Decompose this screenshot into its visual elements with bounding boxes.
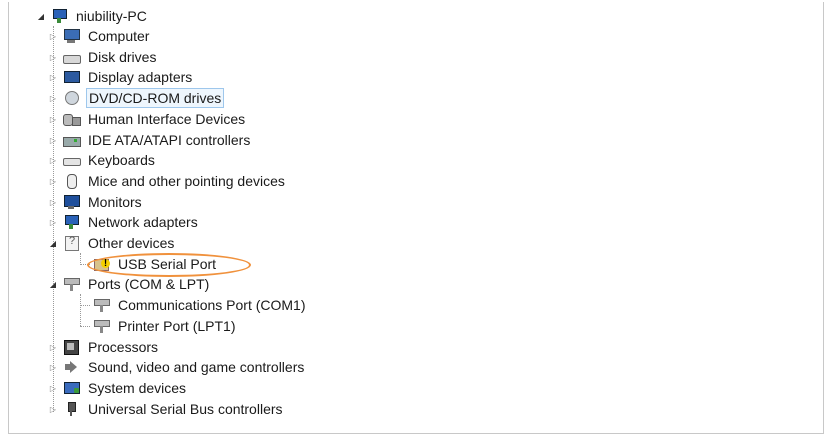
tree-item-label: Printer Port (LPT1) [118, 318, 236, 334]
dvd-drive-icon [62, 90, 80, 106]
tree-item-display-adapters[interactable]: ▷ Display adapters [48, 67, 194, 87]
tree-item-label: Communications Port (COM1) [118, 297, 306, 313]
tree-item-universal-serial-bus-controllers[interactable]: ▷ Universal Serial Bus controllers [48, 399, 285, 419]
computer-icon [62, 28, 80, 44]
collapse-triangle-icon[interactable]: ◢ [48, 279, 58, 289]
tree-item-label: Human Interface Devices [88, 111, 246, 127]
tree-item-label: Ports (COM & LPT) [88, 276, 210, 292]
tree-item-label: Other devices [88, 235, 175, 251]
disk-drive-icon [62, 49, 81, 65]
tree-item-label: Display adapters [88, 69, 193, 85]
expand-triangle-icon[interactable]: ▷ [48, 176, 58, 186]
tree-root-niubility-pc[interactable]: ◢ niubility-PC [36, 6, 149, 26]
display-adapter-icon [62, 69, 80, 85]
monitor-icon [62, 194, 80, 210]
tree-item-ports[interactable]: ◢ Ports (COM & LPT) [48, 274, 211, 294]
speaker-icon [62, 359, 80, 375]
tree-guide-line [80, 305, 90, 306]
expand-triangle-icon[interactable]: ▷ [48, 93, 58, 103]
tree-item-processors[interactable]: ▷ Processors [48, 337, 160, 357]
tree-guide-line [80, 326, 90, 327]
tree-item-disk-drives[interactable]: ▷ Disk drives [48, 47, 158, 67]
network-adapter-icon [62, 214, 80, 230]
expand-triangle-icon[interactable]: ▷ [48, 72, 58, 82]
tree-item-ide-ata-atapi-controllers[interactable]: ▷ IDE ATA/ATAPI controllers [48, 130, 252, 150]
tree-item-communications-port[interactable]: Communications Port (COM1) [92, 295, 308, 315]
keyboard-icon [62, 152, 81, 168]
tree-item-label: System devices [88, 380, 187, 396]
computer-network-icon [50, 8, 68, 24]
tree-item-label: DVD/CD-ROM drives [86, 88, 225, 108]
tree-item-label: Monitors [88, 194, 142, 210]
tree-item-computer[interactable]: ▷ Computer [48, 26, 151, 46]
expand-triangle-icon[interactable]: ▷ [48, 362, 58, 372]
tree-item-label: IDE ATA/ATAPI controllers [88, 132, 251, 148]
hid-icon [62, 111, 81, 127]
tree-item-label: Computer [88, 28, 150, 44]
expand-triangle-icon[interactable]: ▷ [48, 342, 58, 352]
tree-item-other-devices[interactable]: ◢ Other devices [48, 233, 176, 253]
expand-triangle-icon[interactable]: ▷ [48, 52, 58, 62]
collapse-triangle-icon[interactable]: ◢ [48, 238, 58, 248]
expand-triangle-icon[interactable]: ▷ [48, 383, 58, 393]
expand-triangle-icon[interactable]: ▷ [48, 404, 58, 414]
tree-item-label: Keyboards [88, 152, 155, 168]
tree-item-network-adapters[interactable]: ▷ Network adapters [48, 212, 200, 232]
usb-connector-icon [62, 401, 80, 417]
ide-controller-icon [62, 132, 81, 148]
tree-item-label: Sound, video and game controllers [88, 359, 305, 375]
expand-triangle-icon[interactable]: ▷ [48, 155, 58, 165]
expand-triangle-icon[interactable]: ▷ [48, 197, 58, 207]
tree-item-system-devices[interactable]: ▷ System devices [48, 378, 188, 398]
port-icon [92, 318, 110, 334]
tree-item-dvd-cd-rom-drives[interactable]: ▷ DVD/CD-ROM drives [48, 88, 225, 108]
collapse-triangle-icon[interactable]: ◢ [36, 11, 46, 21]
expand-triangle-icon[interactable]: ▷ [48, 217, 58, 227]
tree-guide-line [80, 294, 81, 326]
tree-item-monitors[interactable]: ▷ Monitors [48, 192, 144, 212]
system-device-icon [62, 380, 80, 396]
tree-item-mice[interactable]: ▷ Mice and other pointing devices [48, 171, 287, 191]
port-icon [92, 297, 110, 313]
tree-item-label: Mice and other pointing devices [88, 173, 285, 189]
processor-icon [62, 339, 80, 355]
tree-item-printer-port[interactable]: Printer Port (LPT1) [92, 316, 237, 336]
expand-triangle-icon[interactable]: ▷ [48, 135, 58, 145]
tree-item-label: Network adapters [88, 214, 198, 230]
root-label: niubility-PC [76, 8, 147, 24]
expand-triangle-icon[interactable]: ▷ [48, 31, 58, 41]
tree-item-human-interface-devices[interactable]: ▷ Human Interface Devices [48, 109, 247, 129]
mouse-icon [62, 173, 80, 189]
tree-item-label: Universal Serial Bus controllers [88, 401, 283, 417]
expand-triangle-icon[interactable]: ▷ [48, 114, 58, 124]
tree-item-keyboards[interactable]: ▷ Keyboards [48, 150, 157, 170]
tree-item-label: Disk drives [88, 49, 157, 65]
tree-item-label: Processors [88, 339, 159, 355]
tree-item-sound-video-game-controllers[interactable]: ▷ Sound, video and game controllers [48, 357, 306, 377]
port-icon [62, 276, 80, 292]
unknown-device-icon [62, 235, 80, 251]
